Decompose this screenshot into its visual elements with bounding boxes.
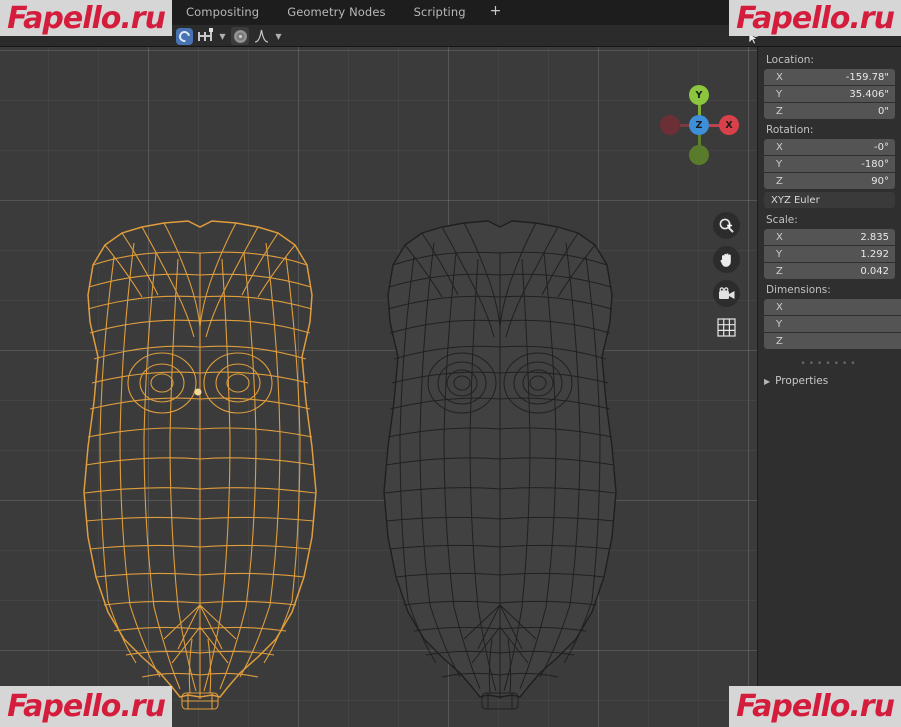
tab-geometry-nodes[interactable]: Geometry Nodes (273, 0, 399, 25)
watermark-bottom-right-text: Fapello.ru (736, 689, 895, 724)
rotation-y-key: Y (776, 158, 783, 170)
dimensions-group[interactable]: X Y Z 0. (764, 299, 901, 349)
falloff-dropdown-chevron-icon[interactable]: ▼ (273, 32, 284, 41)
rotation-mode-dropdown[interactable]: XYZ Euler (764, 192, 895, 208)
rotation-x-key: X (776, 141, 783, 153)
location-y-key: Y (776, 88, 783, 100)
scale-z-value: 0.042 (860, 265, 889, 277)
add-workspace-tab-button[interactable]: + (480, 0, 512, 25)
watermark-top-right-text: Fapello.ru (736, 0, 895, 36)
rotation-x-field[interactable]: X -0° (764, 139, 895, 155)
location-z-field[interactable]: Z 0" (764, 103, 895, 119)
dimensions-z-key: Z (776, 335, 783, 347)
rotation-z-value: 90° (871, 175, 889, 187)
toggle-grid-icon[interactable] (713, 314, 740, 341)
rotation-group[interactable]: X -0° Y -180° Z 90° (764, 139, 895, 189)
watermark-top-right: Fapello.ru (729, 0, 901, 36)
transform-tool-icon[interactable] (175, 27, 193, 45)
rotation-z-field[interactable]: Z 90° (764, 173, 895, 189)
rotation-label: Rotation: (766, 124, 814, 136)
properties-panel-title: Properties (775, 375, 829, 387)
scale-x-value: 2.835 (860, 231, 889, 243)
proportional-falloff-icon[interactable] (252, 27, 270, 45)
workspace-tabs[interactable]: Compositing Geometry Nodes Scripting + (172, 0, 511, 25)
dimensions-y-field[interactable]: Y (764, 316, 901, 332)
scale-z-field[interactable]: Z 0.042 (764, 263, 895, 279)
tab-compositing[interactable]: Compositing (172, 0, 273, 25)
snap-magnet-icon[interactable] (196, 27, 214, 45)
dimensions-label: Dimensions: (766, 284, 831, 296)
gizmo-axis-x-label: X (725, 119, 733, 131)
properties-panel-header[interactable]: ▶ Properties (758, 372, 901, 390)
pan-hand-icon[interactable] (713, 246, 740, 273)
gizmo-axis-negative-y[interactable] (689, 145, 709, 165)
chevron-right-icon: ▶ (764, 376, 771, 386)
location-y-field[interactable]: Y 35.406" (764, 86, 895, 102)
dimensions-x-key: X (776, 301, 783, 313)
n-panel-transform[interactable]: ▼ Transform Location: X -159.78" Y 35.40… (757, 31, 901, 727)
rotation-y-field[interactable]: Y -180° (764, 156, 895, 172)
view-orientation-gizmo[interactable]: Y Z X (655, 80, 745, 170)
watermark-bottom-left: Fapello.ru (0, 686, 172, 727)
viewport-nav-buttons[interactable] (713, 212, 740, 341)
scale-group[interactable]: X 2.835 Y 1.292 Z 0.042 (764, 229, 895, 279)
scale-x-key: X (776, 231, 783, 243)
dimensions-x-field[interactable]: X (764, 299, 901, 315)
corset-mesh-unselected[interactable] (360, 187, 640, 727)
dimensions-y-key: Y (776, 318, 783, 330)
zoom-icon[interactable] (713, 212, 740, 239)
tab-scripting[interactable]: Scripting (400, 0, 480, 25)
tool-header-left-group: ▼ ▼ (172, 25, 284, 47)
location-z-value: 0" (878, 105, 889, 117)
location-x-key: X (776, 71, 783, 83)
location-x-field[interactable]: X -159.78" (764, 69, 895, 85)
camera-view-icon[interactable] (713, 280, 740, 307)
location-label: Location: (766, 54, 814, 66)
proportional-editing-icon[interactable] (231, 27, 249, 45)
gizmo-axis-y-label: Y (695, 89, 703, 101)
snap-dropdown-chevron-icon[interactable]: ▼ (217, 32, 228, 41)
rotation-z-key: Z (776, 175, 783, 187)
rotation-x-value: -0° (874, 141, 889, 153)
gizmo-axis-z[interactable]: Z (689, 115, 709, 135)
watermark-top-left-text: Fapello.ru (7, 0, 166, 36)
scale-label: Scale: (766, 214, 798, 226)
watermark-bottom-right: Fapello.ru (729, 686, 901, 727)
gizmo-axis-y[interactable]: Y (689, 85, 709, 105)
rotation-y-value: -180° (861, 158, 889, 170)
gizmo-axis-negative-x[interactable] (660, 115, 680, 135)
gizmo-axis-z-label: Z (695, 119, 703, 131)
scale-y-value: 1.292 (860, 248, 889, 260)
location-group[interactable]: X -159.78" Y 35.406" Z 0" (764, 69, 895, 119)
location-x-value: -159.78" (845, 71, 889, 83)
scale-x-field[interactable]: X 2.835 (764, 229, 895, 245)
scale-z-key: Z (776, 265, 783, 277)
watermark-top-left: Fapello.ru (0, 0, 172, 36)
corset-mesh-selected[interactable] (60, 187, 340, 727)
scale-y-key: Y (776, 248, 783, 260)
scale-y-field[interactable]: Y 1.292 (764, 246, 895, 262)
rotation-mode-value: XYZ Euler (771, 194, 820, 206)
panel-drag-dots[interactable]: ••••••• (758, 352, 901, 372)
location-y-value: 35.406" (849, 88, 889, 100)
blender-window: Y Z X Location: X -159.78" Y 35.406" Z 0… (0, 0, 901, 727)
watermark-bottom-left-text: Fapello.ru (7, 689, 166, 724)
location-z-key: Z (776, 105, 783, 117)
dimensions-z-field[interactable]: Z 0. (764, 333, 901, 349)
gizmo-axis-x[interactable]: X (719, 115, 739, 135)
